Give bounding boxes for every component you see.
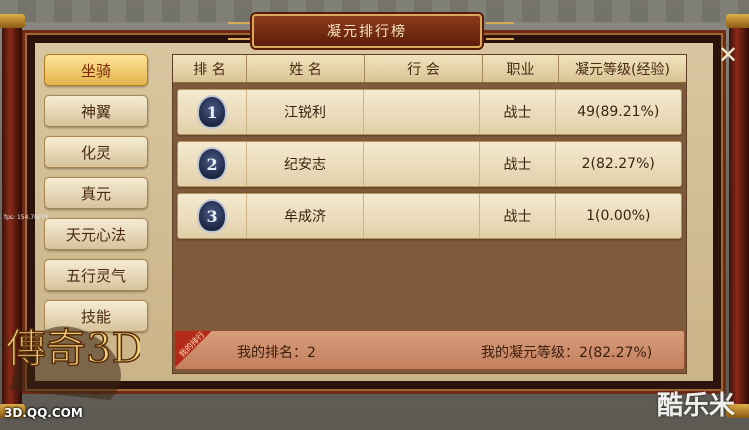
game-logo: 傳奇3D 3D.QQ.COM: [0, 300, 144, 426]
guild-name: [364, 194, 481, 238]
sidebar-item-true-essence[interactable]: 真元: [44, 177, 148, 209]
sidebar-item-mind-method[interactable]: 天元心法: [44, 218, 148, 250]
fps-counter: fps: 154.70FPS: [4, 214, 49, 221]
player-class: 战士: [480, 142, 556, 186]
sidebar-item-wings[interactable]: 神翼: [44, 95, 148, 127]
player-level: 2(82.27%): [581, 156, 655, 172]
rank-badge-icon: 3: [197, 199, 228, 233]
ribbon-label: 我的排行: [177, 330, 207, 359]
table-row[interactable]: 2 纪安志 战士 2(82.27%): [177, 141, 682, 187]
rank-cell: 2: [178, 142, 248, 186]
my-rank-ribbon: 我的排行: [175, 330, 211, 369]
table-row[interactable]: 3 牟成济 战士 1(0.00%): [177, 193, 682, 239]
header-guild: 行 会: [365, 55, 483, 82]
player-name: 纪安志: [247, 142, 364, 186]
close-icon: ✕: [717, 41, 739, 69]
guild-name: [364, 90, 481, 134]
rank-cell: 1: [178, 90, 248, 134]
my-ranking-bar: 我的排行 我的排名：2 我的凝元等级：2(82.27%): [174, 330, 685, 370]
logo-url: 3D.QQ.COM: [4, 406, 83, 420]
panel-title: 凝元排行榜: [252, 14, 482, 48]
my-level-text: 我的凝元等级：2(82.27%): [481, 345, 653, 361]
ranking-table: 排 名 姓 名 行 会 职业 凝元等级(经验) 1 江锐利 战士 49(89.2…: [172, 54, 687, 374]
scroll-rod-right: [726, 14, 749, 418]
guild-name: [364, 142, 481, 186]
rod-cap-top: [726, 14, 749, 28]
rank-badge-icon: 2: [197, 147, 228, 181]
title-ornament-right: [486, 22, 514, 40]
player-class: 战士: [480, 194, 556, 238]
sidebar-item-five-elements[interactable]: 五行灵气: [44, 259, 148, 291]
header-level: 凝元等级(经验): [575, 61, 670, 78]
header-name: 姓 名: [247, 55, 365, 82]
player-level: 1(0.00%): [586, 208, 651, 224]
header-class: 职业: [483, 55, 559, 82]
table-row[interactable]: 1 江锐利 战士 49(89.21%): [177, 89, 682, 135]
table-header: 排 名 姓 名 行 会 职业 凝元等级(经验): [173, 55, 686, 83]
site-watermark: 酷乐米: [656, 391, 735, 421]
header-rank: 排 名: [173, 55, 247, 82]
player-name: 牟成济: [247, 194, 364, 238]
rod-cap-top: [0, 14, 25, 28]
rank-cell: 3: [178, 194, 248, 238]
sidebar-item-spirit[interactable]: 化灵: [44, 136, 148, 168]
game-logo-emblem: 傳奇3D: [5, 325, 144, 400]
svg-text:傳奇3D: 傳奇3D: [6, 326, 140, 372]
player-level: 49(89.21%): [577, 104, 660, 120]
close-button[interactable]: ✕: [713, 40, 743, 70]
my-rank-text: 我的排名：2: [237, 345, 316, 361]
sidebar-item-mount[interactable]: 坐骑: [44, 54, 148, 86]
rank-badge-icon: 1: [197, 95, 228, 129]
player-class: 战士: [480, 90, 556, 134]
player-name: 江锐利: [247, 90, 364, 134]
